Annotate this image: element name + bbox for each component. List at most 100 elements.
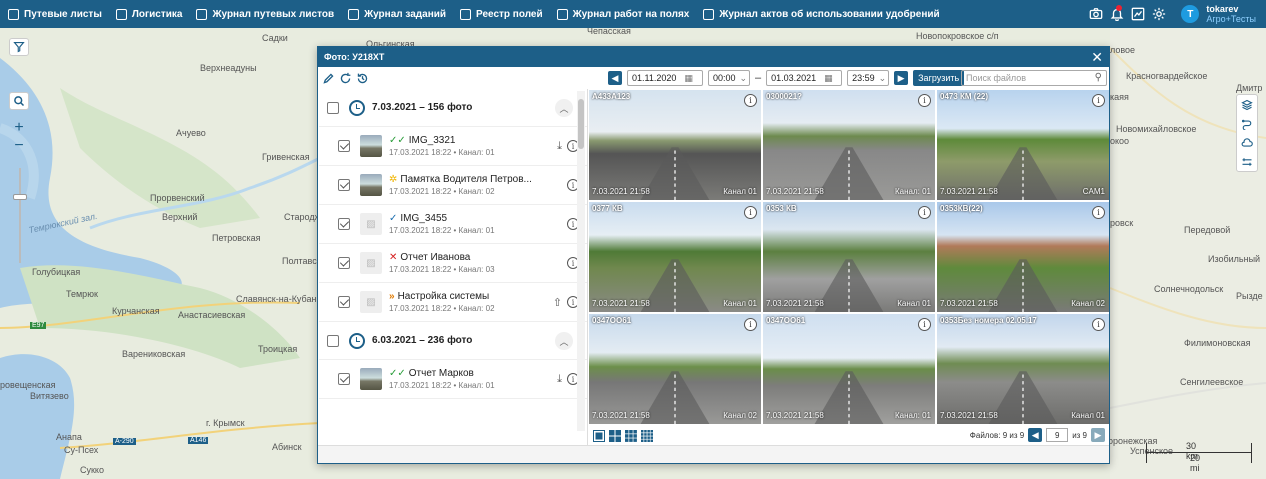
group-checkbox[interactable] [327,101,339,114]
item-checkbox[interactable] [338,218,350,230]
item-checkbox[interactable] [338,179,350,191]
nav-checkbox[interactable] [348,8,360,20]
nav-item-4[interactable]: Реестр полей [460,8,543,20]
chevron-up-icon[interactable]: ︿ [555,332,573,350]
list-item[interactable]: ▨ ✕ Отчет Иванова 17.03.2021 18:22 • Канал:… [319,244,587,283]
map-label: Витязево [30,391,69,401]
info-icon[interactable]: i [1092,206,1105,219]
gallery-photo[interactable]: 0473 КМ (22) i 7.03.2021 21:58 CAM1 [937,90,1109,200]
photo-thumbnail[interactable] [360,135,382,157]
time-from-select[interactable]: 00:00 ⌄ [708,70,750,86]
nav-checkbox[interactable] [196,8,208,20]
download-icon[interactable]: ⤓ [557,373,562,386]
gallery-photo[interactable]: 0347ОО61 i 7.03.2021 21:58 Канал 02 [589,314,761,424]
time-to-select[interactable]: 23:59 ⌄ [847,70,890,86]
gallery-photo[interactable]: 0353КВ(22) i 7.03.2021 21:58 Канал 02 [937,202,1109,312]
filter-button[interactable] [9,38,29,56]
nav-item-3[interactable]: Журнал заданий [348,8,446,20]
chevron-up-icon[interactable]: ︿ [555,99,573,117]
gallery-photo[interactable]: 0300021? i 7.03.2021 21:58 Канал: 01 [763,90,935,200]
info-icon[interactable]: i [1092,318,1105,331]
gallery-photo[interactable]: 0347ОО61 i 7.03.2021 21:58 Канал: 01 [763,314,935,424]
load-button[interactable]: Загрузить [913,70,965,86]
nav-item-6[interactable]: Журнал актов об использовании удобрений [703,8,940,20]
info-icon[interactable]: i [918,206,931,219]
photo-group-header[interactable]: 6.03.2021 – 236 фото ︿ [319,322,587,360]
date-to-input[interactable]: 01.03.2021 ▦ [766,70,843,86]
list-item[interactable]: ▨ » Настройка системы 17.03.2021 18:22 • Ка… [319,283,587,322]
prev-page-button[interactable]: ◀ [1028,428,1043,442]
file-search-input[interactable]: Поиск файлов ⚲ [961,70,1107,86]
nav-checkbox[interactable] [460,8,472,20]
info-icon[interactable]: i [744,318,757,331]
view-1-icon[interactable] [593,430,605,442]
bell-icon[interactable] [1110,5,1124,21]
layers-icon[interactable] [1241,99,1253,111]
prev-period-button[interactable]: ◀ [608,71,622,85]
history-icon[interactable] [356,72,369,85]
gallery-photo[interactable]: 0377 КВ i 7.03.2021 21:58 Канал 01 [589,202,761,312]
item-checkbox[interactable] [338,296,350,308]
image-placeholder-icon[interactable]: ▨ [360,252,382,274]
photo-group-header[interactable]: 7.03.2021 – 156 фото ︿ [319,89,587,127]
edit-icon[interactable] [322,72,335,85]
nav-checkbox[interactable] [8,8,19,20]
next-period-button[interactable]: ▶ [894,71,909,85]
nav-item-1[interactable]: Логистика [115,8,182,20]
nav-checkbox[interactable] [556,8,568,20]
list-scrollbar-thumb[interactable] [578,99,584,149]
refresh-icon[interactable] [339,72,352,85]
gear-icon[interactable] [1152,7,1166,21]
item-checkbox[interactable] [338,257,350,269]
map-label: каяя [1110,92,1129,102]
view-9-icon[interactable] [625,430,637,442]
view-16-icon[interactable] [641,430,653,442]
route-icon[interactable] [1241,118,1253,130]
avatar[interactable]: T [1181,5,1200,23]
zoom-slider[interactable] [19,168,21,263]
item-checkbox[interactable] [338,373,350,385]
info-icon[interactable]: i [918,94,931,107]
nav-checkbox[interactable] [115,8,127,20]
chart-icon[interactable] [1131,7,1145,21]
info-icon[interactable]: i [744,94,757,107]
map-label: Солнечнодольск [1154,284,1224,294]
zoom-in-button[interactable]: + [9,119,29,136]
zoom-out-button[interactable]: − [9,137,29,154]
weather-icon[interactable] [1241,137,1253,149]
gallery-photo[interactable]: 0353 КВ i 7.03.2021 21:58 Канал 01 [763,202,935,312]
download-icon[interactable]: ⤓ [557,140,562,153]
camera-icon[interactable] [1089,7,1103,21]
list-item[interactable]: ✓✓ IMG_3321 17.03.2021 18:22 • Канал: 01 ⤓ i [319,127,587,166]
next-page-button[interactable]: ▶ [1091,428,1105,442]
group-checkbox[interactable] [327,334,339,347]
nav-item-0[interactable]: Путевые листы [8,8,102,20]
track-icon[interactable] [1241,156,1253,168]
gallery-photo[interactable]: 0353Без номера 02.05.17 i 7.03.2021 21:58 К… [937,314,1109,424]
close-icon[interactable]: ✕ [1091,49,1103,65]
photo-thumbnail[interactable] [360,368,382,390]
info-icon[interactable]: i [744,206,757,219]
upload-cloud-icon[interactable]: ⇧ [553,296,562,309]
page-input[interactable]: 9 [1046,428,1069,442]
view-4-icon[interactable] [609,430,621,442]
gallery-photo[interactable]: А433А123 i 7.03.2021 21:58 Канал 01 [589,90,761,200]
date-from-input[interactable]: 01.11.2020 ▦ [627,70,703,86]
list-item[interactable]: ✓✓ Отчет Марков 17.03.2021 18:22 • Канал: … [319,360,587,399]
user-info[interactable]: tokarev Агро+Тесты [1206,4,1256,24]
nav-item-2[interactable]: Журнал путевых листов [196,8,334,20]
zoom-slider-handle[interactable] [13,194,27,200]
item-body: ✓✓ Отчет Марков 17.03.2021 18:22 • Канал: … [389,368,495,390]
photo-thumbnail[interactable] [360,174,382,196]
search-map-button[interactable] [9,92,29,110]
map-label: Сенгилеевское [1180,377,1244,387]
item-checkbox[interactable] [338,140,350,152]
list-item[interactable]: ▨ ✓ IMG_3455 17.03.2021 18:22 • Канал: 01 i [319,205,587,244]
image-placeholder-icon[interactable]: ▨ [360,213,382,235]
info-icon[interactable]: i [918,318,931,331]
nav-item-5[interactable]: Журнал работ на полях [556,8,689,20]
nav-checkbox[interactable] [703,8,715,20]
image-placeholder-icon[interactable]: ▨ [360,291,382,313]
info-icon[interactable]: i [1092,94,1105,107]
list-item[interactable]: ✲ Памятка Водителя Петров... 17.03.2021 18… [319,166,587,205]
